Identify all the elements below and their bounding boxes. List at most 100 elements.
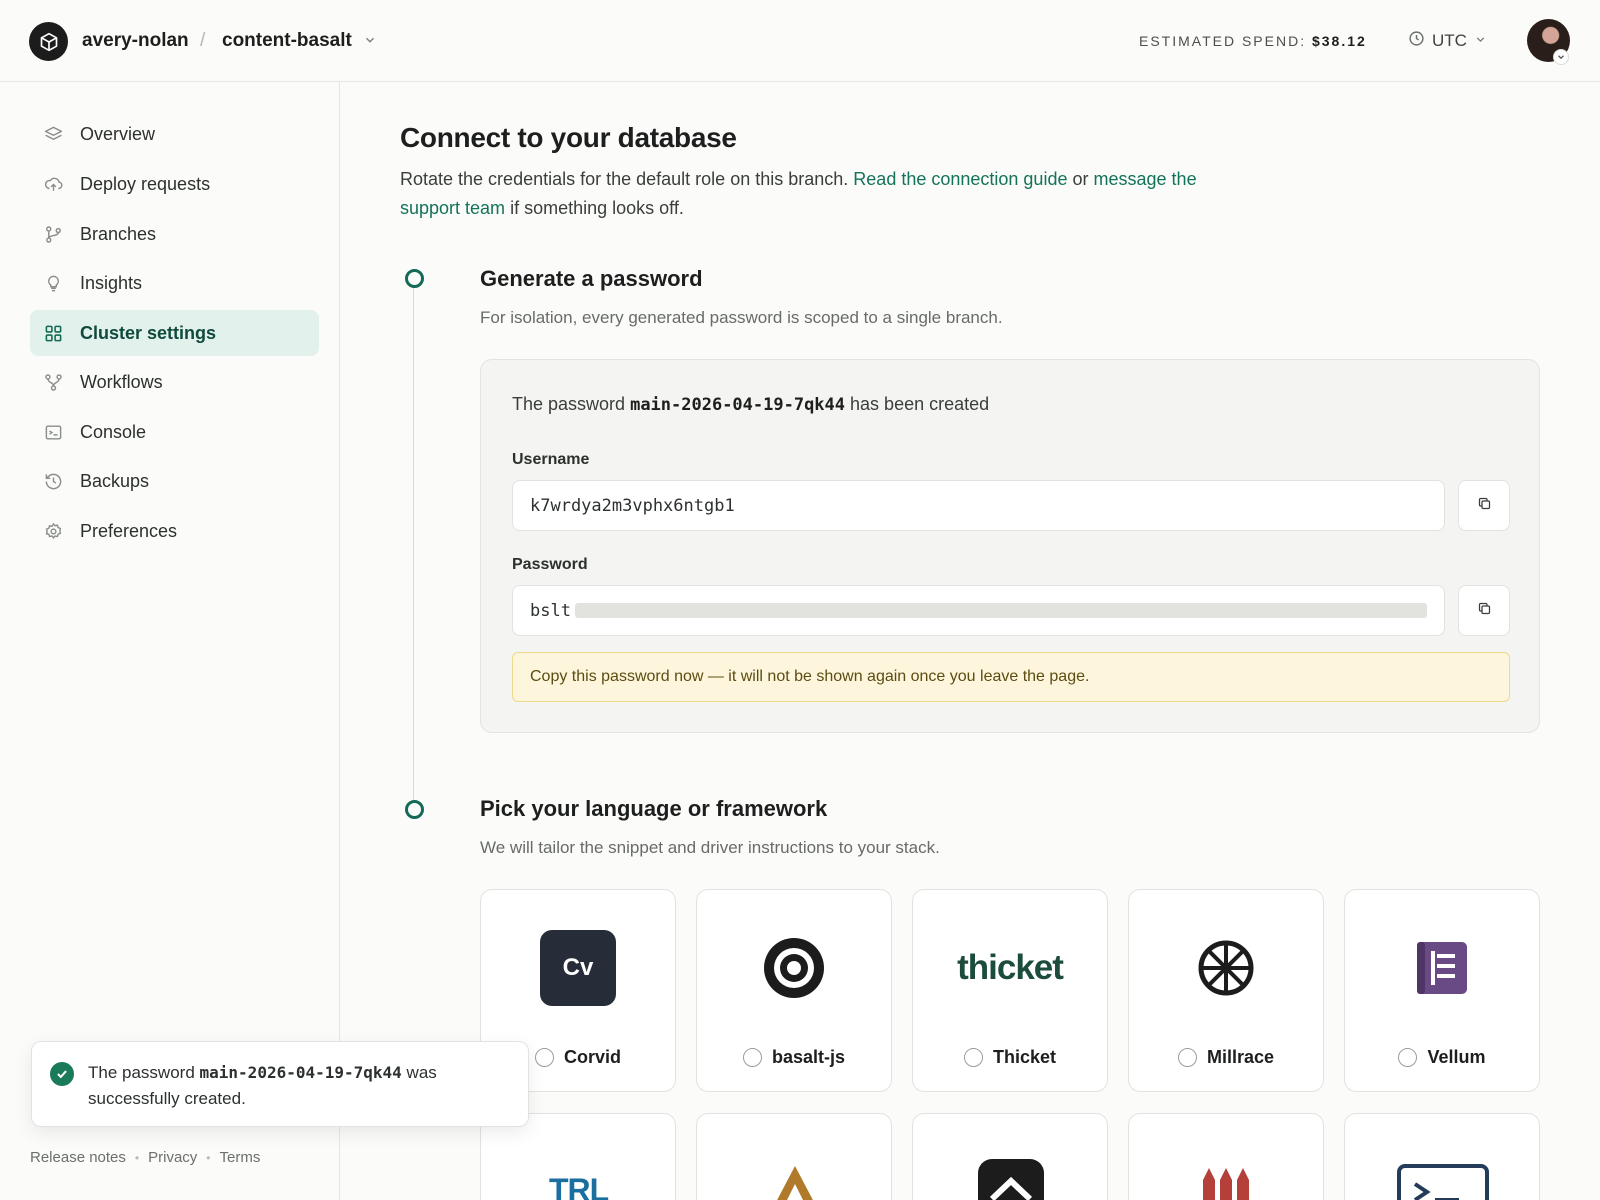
toast-prefix: The password (88, 1063, 195, 1082)
password-prefix: bslt (530, 600, 571, 621)
terms-link[interactable]: Terms (220, 1149, 261, 1166)
release-notes-link[interactable]: Release notes (30, 1149, 126, 1166)
password-field[interactable]: bslt (512, 585, 1445, 636)
sidebar-item-insights[interactable]: Insights (30, 260, 319, 306)
footer-separator: • (134, 1150, 140, 1165)
sidebar-item-preferences[interactable]: Preferences (30, 508, 319, 554)
spend-label: ESTIMATED SPEND: (1139, 33, 1307, 49)
framework-radio[interactable] (1398, 1048, 1418, 1067)
copy-password-warning: Copy this password now — it will not be … (512, 652, 1510, 702)
password-mask (574, 603, 1427, 618)
framework-radio[interactable] (742, 1048, 762, 1067)
sidebar-item-label: Preferences (80, 520, 178, 541)
framework-label: Vellum (1427, 1047, 1486, 1067)
thicket-logo-text: thicket (957, 948, 1064, 987)
sidebar-item-label: Cluster settings (80, 322, 217, 343)
copy-username-button[interactable] (1458, 480, 1510, 531)
framework-card-millrace[interactable]: Millrace (1128, 889, 1324, 1092)
app-logo-icon[interactable] (29, 22, 68, 61)
framework-card[interactable] (696, 1113, 892, 1200)
timezone-selector[interactable]: UTC (1408, 28, 1487, 54)
step-indicator (405, 269, 424, 288)
framework-card-vellum[interactable]: Vellum (1344, 889, 1540, 1092)
gear-icon (43, 521, 63, 541)
project-name[interactable]: content-basalt (222, 30, 352, 52)
credentials-card: The password main-2026-04-19-7qk44 has b… (480, 359, 1540, 733)
step-subtitle: For isolation, every generated password … (480, 308, 1003, 327)
copy-icon (1477, 601, 1492, 621)
username-value: k7wrdya2m3vphx6ntgb1 (530, 495, 735, 516)
password-created-message: The password main-2026-04-19-7qk44 has b… (512, 394, 989, 415)
username-field[interactable]: k7wrdya2m3vphx6ntgb1 (512, 480, 1445, 531)
org-name[interactable]: avery-nolan (82, 30, 189, 52)
sidebar-item-label: Deploy requests (80, 173, 211, 194)
footer-links: Release notes • Privacy • Terms (30, 1149, 260, 1166)
copy-icon (1477, 496, 1492, 516)
sidebar-item-overview[interactable]: Overview (30, 111, 319, 157)
chevron-logo-icon (978, 1159, 1044, 1200)
warning-text: Copy this password now — it will not be … (530, 668, 1090, 685)
framework-card-basalt-js[interactable]: basalt-js (696, 889, 892, 1092)
chevron-down-icon[interactable] (363, 33, 377, 52)
sidebar-item-label: Insights (80, 272, 143, 293)
breadcrumb-separator: / (200, 30, 206, 51)
check-circle-icon (50, 1062, 74, 1086)
sidebar: Overview Deploy requests Branches Insigh… (0, 82, 340, 1200)
intro-end: if something looks off. (510, 198, 684, 218)
framework-card[interactable] (1128, 1113, 1324, 1200)
password-name: main-2026-04-19-7qk44 (630, 395, 846, 415)
grid-icon (43, 323, 63, 343)
terminal-logo-icon (1397, 1164, 1489, 1200)
framework-radio[interactable] (534, 1048, 554, 1067)
chevron-down-icon[interactable] (1553, 49, 1569, 65)
git-branch-icon (43, 224, 63, 244)
trl-logo-text: TRL (549, 1172, 609, 1200)
lightbulb-icon (43, 273, 63, 293)
step-title-generate-password: Generate a password (480, 266, 703, 291)
sidebar-item-console[interactable]: Console (30, 409, 319, 455)
framework-label: basalt-js (771, 1047, 846, 1067)
sidebar-item-cluster-settings[interactable]: Cluster settings (30, 310, 319, 356)
cloud-upload-icon (43, 174, 63, 194)
username-label: Username (512, 451, 590, 468)
framework-card-thicket[interactable]: thicket Thicket (912, 889, 1108, 1092)
created-suffix: has been created (850, 394, 990, 414)
clock-icon (1408, 30, 1425, 52)
toast-password-name: main-2026-04-19-7qk44 (199, 1063, 402, 1082)
page-title: Connect to your database (400, 122, 737, 153)
workflow-icon (43, 372, 63, 392)
step-subtitle: We will tailor the snippet and driver in… (480, 838, 940, 857)
framework-card[interactable] (912, 1113, 1108, 1200)
sidebar-item-deploy-requests[interactable]: Deploy requests (30, 161, 319, 207)
framework-label: Millrace (1206, 1047, 1275, 1067)
framework-card[interactable] (1344, 1113, 1540, 1200)
triangle-logo-icon (777, 1166, 813, 1200)
copy-password-button[interactable] (1458, 585, 1510, 636)
framework-option: Millrace (1129, 1047, 1323, 1068)
terminal-icon (43, 422, 63, 442)
vellum-book-icon (1402, 928, 1482, 1008)
sidebar-item-label: Workflows (80, 371, 163, 392)
step-timeline (413, 286, 414, 804)
sidebar-item-label: Overview (80, 123, 156, 144)
sidebar-item-branches[interactable]: Branches (30, 211, 319, 257)
footer-separator: • (206, 1150, 211, 1165)
corvid-logo-text: Cv (540, 930, 616, 1006)
sidebar-item-label: Backups (80, 470, 150, 491)
privacy-link[interactable]: Privacy (148, 1149, 197, 1166)
framework-radio[interactable] (963, 1048, 983, 1067)
framework-label: Thicket (992, 1047, 1057, 1067)
intro-text: Rotate the credentials for the default r… (400, 169, 849, 189)
success-toast[interactable]: The password main-2026-04-19-7qk44 was s… (31, 1041, 529, 1127)
corvid-logo-icon: Cv (538, 928, 618, 1008)
millrace-wheel-icon (1186, 928, 1266, 1008)
sidebar-item-workflows[interactable]: Workflows (30, 359, 319, 405)
framework-radio[interactable] (1177, 1048, 1197, 1067)
spend-value: $38.12 (1311, 33, 1367, 49)
sidebar-item-backups[interactable]: Backups (30, 458, 319, 504)
created-prefix: The password (512, 394, 626, 414)
framework-option: basalt-js (697, 1047, 891, 1068)
framework-label: Corvid (563, 1047, 621, 1067)
sidebar-item-label: Branches (80, 223, 157, 244)
connection-guide-link[interactable]: Read the connection guide (853, 169, 1067, 189)
